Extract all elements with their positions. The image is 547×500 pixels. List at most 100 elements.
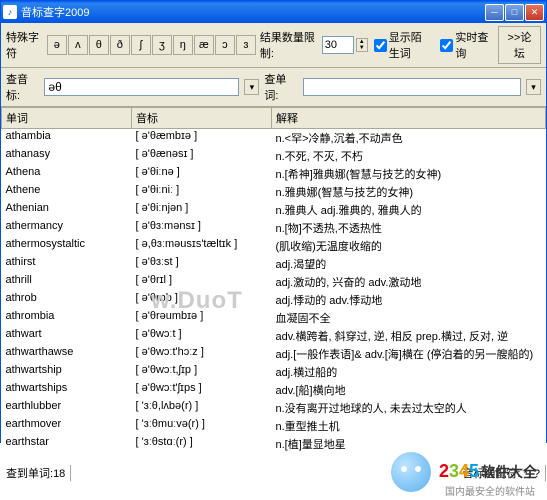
cell-word: athwartships	[2, 381, 132, 399]
cell-word: athermosystaltic	[2, 237, 132, 255]
table-row[interactable]: athwartship[ ə'θwɔːt,ʃɪp ]adj.横过船的	[2, 363, 546, 381]
table-row[interactable]: athwartships[ ə'θwɔːt'ʃɪps ]adv.[船]横向地	[2, 381, 546, 399]
cell-word: Athena	[2, 165, 132, 183]
cell-meaning: n.没有离开过地球的人, 未去过太空的人	[272, 399, 546, 417]
phonetic-char-button[interactable]: ʒ	[152, 35, 172, 55]
minimize-button[interactable]: ─	[485, 4, 504, 21]
cell-phonetic: [ ə'θwɔːt ]	[132, 327, 272, 345]
cell-meaning: n.[物]不透热,不透热性	[272, 219, 546, 237]
phonetic-dropdown-button[interactable]: ▾	[244, 79, 259, 95]
cell-word: Athenian	[2, 201, 132, 219]
cell-meaning: adj.[一般作表语]& adv.[海]横在 (停泊着的另一艘船的)	[272, 345, 546, 363]
cell-phonetic: [ ə'θiːniː ]	[132, 183, 272, 201]
result-limit-input[interactable]	[322, 36, 354, 54]
show-unknown-input[interactable]	[374, 39, 387, 52]
app-icon: ♪	[3, 5, 17, 19]
phonetic-char-button[interactable]: ɔ	[215, 35, 235, 55]
cell-word: earthmover	[2, 417, 132, 435]
table-row[interactable]: Athenian[ ə'θiːnjən ]n.雅典人 adj.雅典的, 雅典人的	[2, 201, 546, 219]
table-row[interactable]: Athene[ ə'θiːniː ]n.雅典娜(智慧与技艺的女神)	[2, 183, 546, 201]
cell-meaning: n.[植]量显地星	[272, 435, 546, 453]
cell-word: athermancy	[2, 219, 132, 237]
cell-word: athambia	[2, 129, 132, 148]
cell-phonetic: [ 'ɜːθ,lʌbə(r) ]	[132, 399, 272, 417]
cell-meaning: n.不死, 不灭, 不朽	[272, 147, 546, 165]
cell-word: athwarthawse	[2, 345, 132, 363]
word-search-input[interactable]	[303, 78, 521, 96]
cell-phonetic: [ ə'θɜːmənsɪ ]	[132, 219, 272, 237]
maximize-button[interactable]: □	[505, 4, 524, 21]
cell-word: athwart	[2, 327, 132, 345]
cell-meaning: adv.横跨着, 斜穿过, 逆, 相反 prep.横过, 反对, 逆	[272, 327, 546, 345]
cell-phonetic: [ ə'θrɒb ]	[132, 291, 272, 309]
cell-meaning: adj.横过船的	[272, 363, 546, 381]
mascot-icon	[391, 452, 431, 492]
table-row[interactable]: athwart[ ə'θwɔːt ]adv.横跨着, 斜穿过, 逆, 相反 pr…	[2, 327, 546, 345]
cell-phonetic: [ ə,θɜːməusɪs'tæltɪk ]	[132, 237, 272, 255]
table-row[interactable]: athrill[ ə'θrɪl ]adj.激动的, 兴奋的 adv.激动地	[2, 273, 546, 291]
cell-meaning: adj.激动的, 兴奋的 adv.激动地	[272, 273, 546, 291]
cell-phonetic: [ ə'θiːnjən ]	[132, 201, 272, 219]
cell-phonetic: [ ə'θæmbɪə ]	[132, 129, 272, 148]
cell-phonetic: [ ə'θwɔːt'ʃɪps ]	[132, 381, 272, 399]
cell-word: athrob	[2, 291, 132, 309]
word-dropdown-button[interactable]: ▾	[526, 79, 541, 95]
forum-button[interactable]: >>论坛	[498, 26, 541, 64]
app-window: ♪ 音标查字2009 ─ □ ✕ 特殊字符 əʌθðʃʒŋæɔɜ 结果数量限制:…	[0, 0, 547, 443]
table-row[interactable]: athermosystaltic[ ə,θɜːməusɪs'tæltɪk ](肌…	[2, 237, 546, 255]
cell-meaning: n.<罕>冷静,沉着,不动声色	[272, 129, 546, 148]
table-row[interactable]: athanasy[ ə'θænəsɪ ]n.不死, 不灭, 不朽	[2, 147, 546, 165]
table-row[interactable]: athermancy[ ə'θɜːmənsɪ ]n.[物]不透热,不透热性	[2, 219, 546, 237]
cell-word: athanasy	[2, 147, 132, 165]
cell-phonetic: [ ə'θænəsɪ ]	[132, 147, 272, 165]
table-row[interactable]: athrombia[ ə'θrəumbɪə ]血凝固不全	[2, 309, 546, 327]
status-count: 查到单词:18	[1, 465, 71, 481]
table-row[interactable]: Athena[ ə'θiːnə ]n.[希神]雅典娜(智慧与技艺的女神)	[2, 165, 546, 183]
cell-meaning: n.雅典娜(智慧与技艺的女神)	[272, 183, 546, 201]
col-header-phonetic[interactable]: 音标	[132, 108, 272, 129]
phonetic-search-label: 查音标:	[6, 71, 39, 103]
cell-word: athrombia	[2, 309, 132, 327]
phonetic-char-button[interactable]: æ	[194, 35, 214, 55]
titlebar[interactable]: ♪ 音标查字2009 ─ □ ✕	[1, 1, 546, 23]
phonetic-char-button[interactable]: ð	[110, 35, 130, 55]
toolbar: 特殊字符 əʌθðʃʒŋæɔɜ 结果数量限制: ▲▼ 显示陌生词 实时查询 >>…	[1, 23, 546, 68]
table-row[interactable]: earthlubber[ 'ɜːθ,lʌbə(r) ]n.没有离开过地球的人, …	[2, 399, 546, 417]
cell-meaning: (肌收缩)无温度收缩的	[272, 237, 546, 255]
cell-word: earthlubber	[2, 399, 132, 417]
table-row[interactable]: athambia[ ə'θæmbɪə ]n.<罕>冷静,沉着,不动声色	[2, 129, 546, 148]
cell-phonetic: [ ə'θiːnə ]	[132, 165, 272, 183]
phonetic-char-button[interactable]: ʌ	[68, 35, 88, 55]
spinner-buttons[interactable]: ▲▼	[356, 38, 368, 52]
close-button[interactable]: ✕	[525, 4, 544, 21]
table-row[interactable]: athwarthawse[ ə'θwɔːt'hɔːz ]adj.[一般作表语]&…	[2, 345, 546, 363]
realtime-checkbox[interactable]: 实时查询	[440, 29, 489, 61]
realtime-input[interactable]	[440, 39, 453, 52]
col-header-meaning[interactable]: 解释	[272, 108, 546, 129]
cell-meaning: n.重型推土机	[272, 417, 546, 435]
phonetic-char-button[interactable]: ə	[47, 35, 67, 55]
table-row[interactable]: earthmover[ 'ɜːθmuːvə(r) ]n.重型推土机	[2, 417, 546, 435]
phonetic-char-button[interactable]: θ	[89, 35, 109, 55]
phonetic-char-button[interactable]: ʃ	[131, 35, 151, 55]
cell-meaning: n.雅典人 adj.雅典的, 雅典人的	[272, 201, 546, 219]
results-panel[interactable]: w.DuoT 单词 音标 解释 athambia[ ə'θæmbɪə ]n.<罕…	[1, 107, 546, 463]
word-search-label: 查单词:	[264, 71, 297, 103]
search-bar: 查音标: ▾ 查单词: ▾	[1, 68, 546, 107]
table-row[interactable]: athirst[ ə'θɜːst ]adj.渴望的	[2, 255, 546, 273]
phonetic-search-input[interactable]	[44, 78, 239, 96]
phonetic-char-button[interactable]: ŋ	[173, 35, 193, 55]
cell-word: athrill	[2, 273, 132, 291]
cell-meaning: adv.[船]横向地	[272, 381, 546, 399]
table-row[interactable]: athrob[ ə'θrɒb ]adj.悸动的 adv.悸动地	[2, 291, 546, 309]
col-header-word[interactable]: 单词	[2, 108, 132, 129]
cell-meaning: adj.悸动的 adv.悸动地	[272, 291, 546, 309]
cell-phonetic: [ ə'θɜːst ]	[132, 255, 272, 273]
cell-phonetic: [ ə'θrəumbɪə ]	[132, 309, 272, 327]
brand-logo: 2345 软件大全	[439, 461, 537, 482]
cell-phonetic: [ ə'θrɪl ]	[132, 273, 272, 291]
table-row[interactable]: earthstar[ 'ɜːθstɑː(r) ]n.[植]量显地星	[2, 435, 546, 453]
show-unknown-checkbox[interactable]: 显示陌生词	[374, 29, 433, 61]
window-title: 音标查字2009	[21, 4, 485, 20]
phonetic-char-button[interactable]: ɜ	[236, 35, 256, 55]
